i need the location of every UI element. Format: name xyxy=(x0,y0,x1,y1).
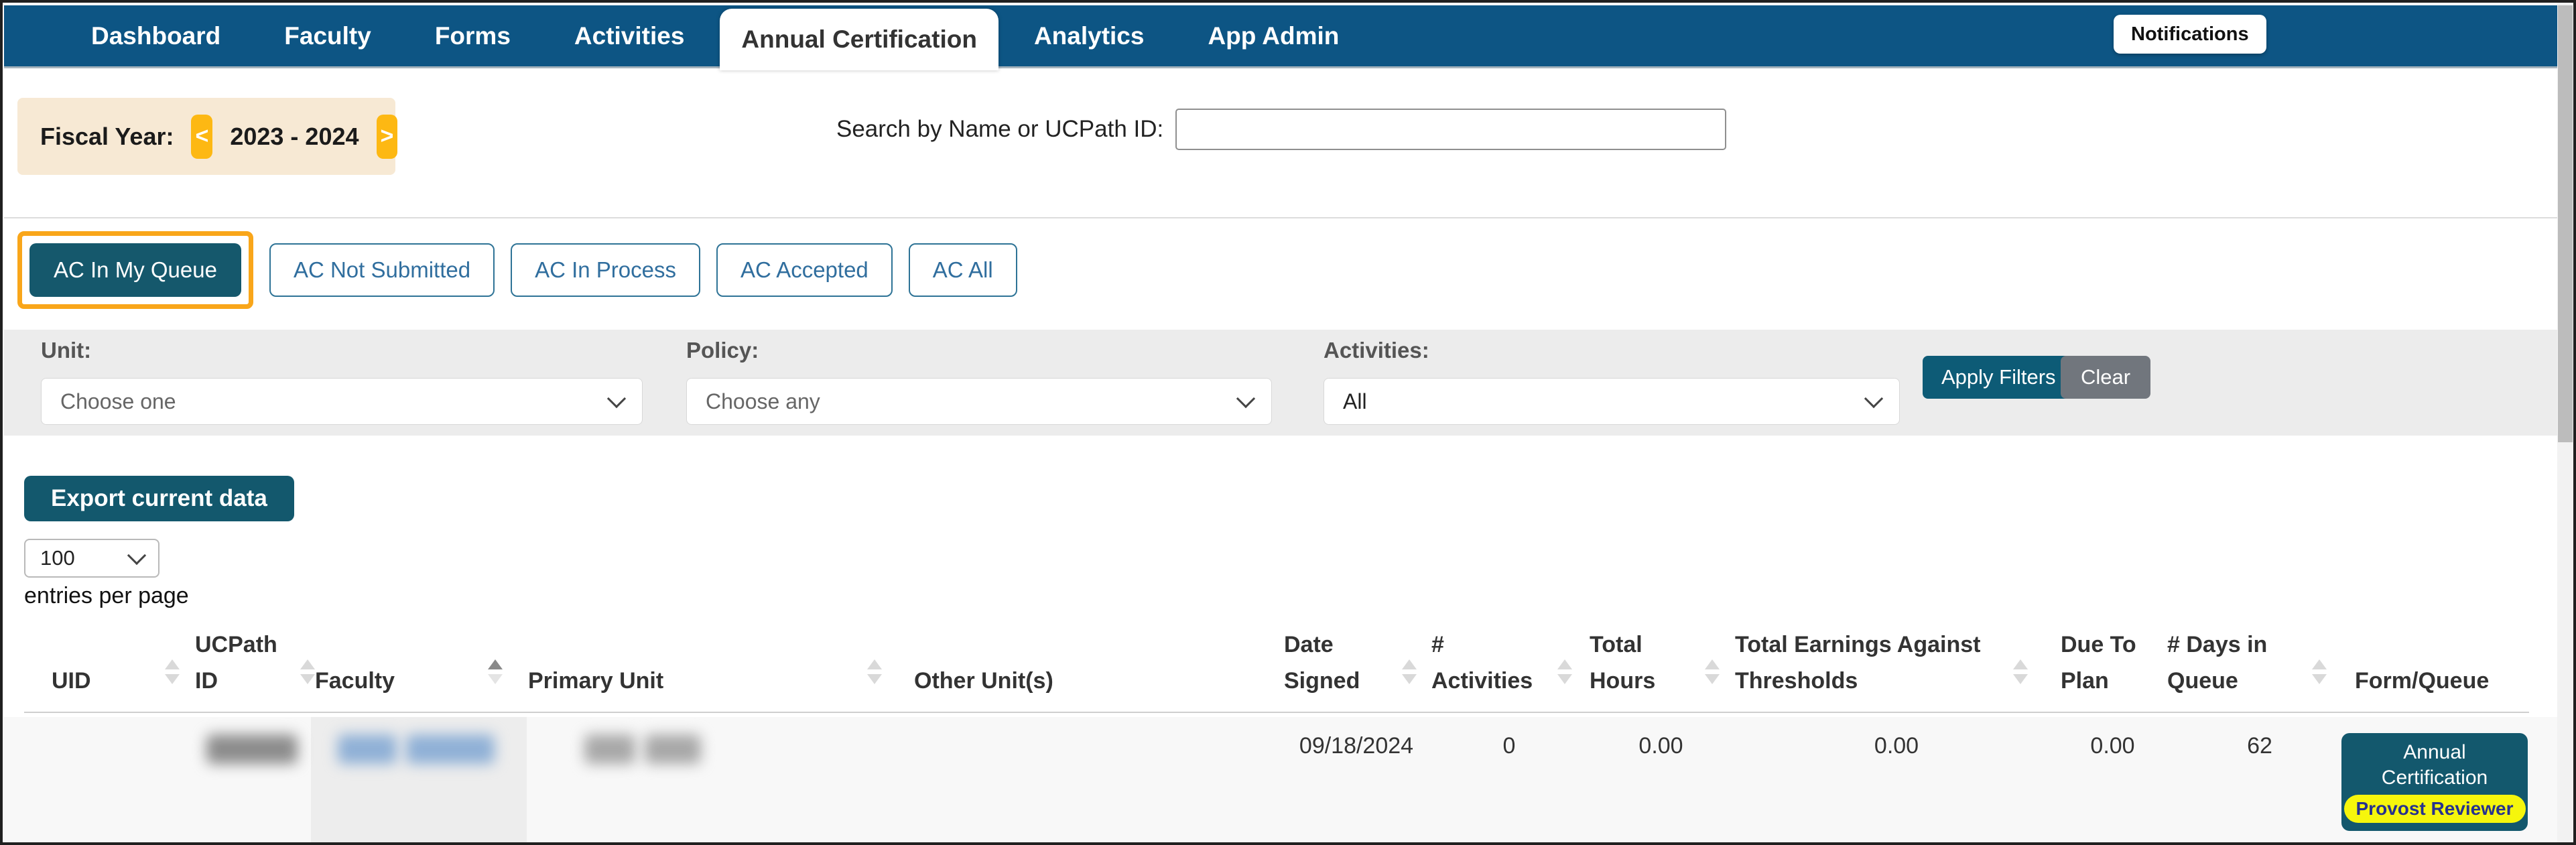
sort-icon[interactable] xyxy=(867,659,882,684)
cell-days-in-queue: 62 xyxy=(2166,733,2354,759)
cell-total-earnings: 0.00 xyxy=(1734,733,2059,759)
unit-filter-group: Unit: Choose one xyxy=(41,338,643,425)
provost-reviewer-badge: Provost Reviewer xyxy=(2344,795,2526,823)
table-row: 09/18/2024 0 0.00 0.00 0.00 62 Annual Ce… xyxy=(4,717,2559,845)
tab-ac-all[interactable]: AC All xyxy=(909,243,1017,297)
search-group: Search by Name or UCPath ID: xyxy=(836,109,1726,150)
sort-icon[interactable] xyxy=(2312,659,2327,684)
cell-num-activities: 0 xyxy=(1430,733,1588,759)
nav-item-app-admin[interactable]: App Admin xyxy=(1208,22,1339,50)
chevron-left-icon: < xyxy=(195,123,208,149)
nav-item-forms[interactable]: Forms xyxy=(435,22,511,50)
unit-filter-select[interactable]: Choose one xyxy=(41,378,643,425)
redacted-primary-unit xyxy=(584,734,701,764)
cell-total-hours: 0.00 xyxy=(1588,733,1734,759)
vertical-scrollbar[interactable] xyxy=(2557,3,2573,842)
section-divider xyxy=(4,217,2559,218)
chevron-down-icon xyxy=(607,389,626,408)
export-current-data-button[interactable]: Export current data xyxy=(24,476,294,521)
policy-filter-group: Policy: Choose any xyxy=(686,338,1272,425)
nav-item-activities[interactable]: Activities xyxy=(574,22,685,50)
page-size-value: 100 xyxy=(40,546,75,570)
sort-asc-icon[interactable] xyxy=(488,659,503,684)
nav-item-analytics[interactable]: Analytics xyxy=(1034,22,1145,50)
fiscal-year-selector: Fiscal Year: < 2023 - 2024 > xyxy=(17,98,395,175)
fiscal-year-prev-button[interactable]: < xyxy=(191,115,212,159)
column-header-due-to-plan[interactable]: Due ToPlan xyxy=(2061,627,2167,699)
nav-item-dashboard[interactable]: Dashboard xyxy=(91,22,220,50)
fiscal-year-label: Fiscal Year: xyxy=(40,123,174,151)
column-header-other-units[interactable]: Other Unit(s) xyxy=(914,663,1284,699)
policy-filter-value: Choose any xyxy=(706,389,820,414)
chevron-down-icon xyxy=(127,546,146,565)
queue-tabs: AC In My Queue AC Not Submitted AC In Pr… xyxy=(17,231,1017,309)
column-header-total-earnings[interactable]: Total Earnings AgainstThresholds xyxy=(1735,627,2061,699)
sort-icon[interactable] xyxy=(300,659,315,684)
column-header-ucpath-id[interactable]: UCPathID xyxy=(195,627,315,699)
activities-filter-select[interactable]: All xyxy=(1324,378,1900,425)
unit-filter-value: Choose one xyxy=(60,389,176,414)
policy-filter-select[interactable]: Choose any xyxy=(686,378,1272,425)
chevron-down-icon xyxy=(1236,389,1255,408)
policy-filter-label: Policy: xyxy=(686,338,1272,363)
search-input[interactable] xyxy=(1175,109,1726,150)
form-button-line1: Annual xyxy=(2403,741,2465,764)
fiscal-year-next-button[interactable]: > xyxy=(377,115,398,159)
tab-ac-accepted[interactable]: AC Accepted xyxy=(716,243,893,297)
sort-icon[interactable] xyxy=(1557,659,1572,684)
chevron-down-icon xyxy=(1864,389,1883,408)
activities-filter-group: Activities: All xyxy=(1324,338,1900,425)
search-label: Search by Name or UCPath ID: xyxy=(836,116,1163,143)
redacted-ucpath-id xyxy=(206,734,298,764)
activities-filter-value: All xyxy=(1343,389,1367,414)
sort-icon[interactable] xyxy=(2013,659,2028,684)
active-tab-highlight-box: AC In My Queue xyxy=(17,231,253,309)
sort-icon[interactable] xyxy=(1705,659,1720,684)
app-window: Dashboard Faculty Forms Activities Annua… xyxy=(0,0,2576,845)
page-size-select[interactable]: 100 xyxy=(24,539,159,578)
fiscal-year-value: 2023 - 2024 xyxy=(230,123,359,151)
table-header-divider xyxy=(24,712,2529,713)
clear-filters-button[interactable]: Clear xyxy=(2061,356,2150,399)
entries-per-page-label: entries per page xyxy=(24,583,189,609)
column-header-primary-unit[interactable]: Primary Unit xyxy=(528,663,914,699)
cell-due-to-plan: 0.00 xyxy=(2059,733,2166,759)
notifications-button[interactable]: Notifications xyxy=(2114,15,2266,54)
chevron-right-icon: > xyxy=(381,123,394,149)
column-header-days-in-queue[interactable]: # Days inQueue xyxy=(2167,627,2355,699)
tab-ac-not-submitted[interactable]: AC Not Submitted xyxy=(269,243,495,297)
form-button-line2: Certification xyxy=(2382,767,2488,789)
filter-panel: Unit: Choose one Policy: Choose any Acti… xyxy=(4,330,2559,436)
nav-item-faculty[interactable]: Faculty xyxy=(284,22,371,50)
cell-date-signed: 09/18/2024 xyxy=(1283,733,1430,759)
unit-filter-label: Unit: xyxy=(41,338,643,363)
column-header-form-queue[interactable]: Form/Queue xyxy=(2355,663,2529,699)
table-header: UID UCPathID Faculty Primary Unit Other … xyxy=(24,629,2529,708)
apply-filters-button[interactable]: Apply Filters xyxy=(1923,356,2075,399)
annual-certification-form-button[interactable]: Annual Certification Provost Reviewer xyxy=(2341,733,2528,831)
sort-icon[interactable] xyxy=(165,659,180,684)
redacted-faculty-link[interactable] xyxy=(338,734,495,764)
activities-filter-label: Activities: xyxy=(1324,338,1900,363)
tab-ac-in-process[interactable]: AC In Process xyxy=(511,243,700,297)
tab-ac-in-my-queue[interactable]: AC In My Queue xyxy=(29,243,241,297)
scrollbar-thumb[interactable] xyxy=(2558,5,2573,442)
sort-icon[interactable] xyxy=(1402,659,1417,684)
nav-tab-annual-certification-active[interactable]: Annual Certification xyxy=(720,9,999,70)
